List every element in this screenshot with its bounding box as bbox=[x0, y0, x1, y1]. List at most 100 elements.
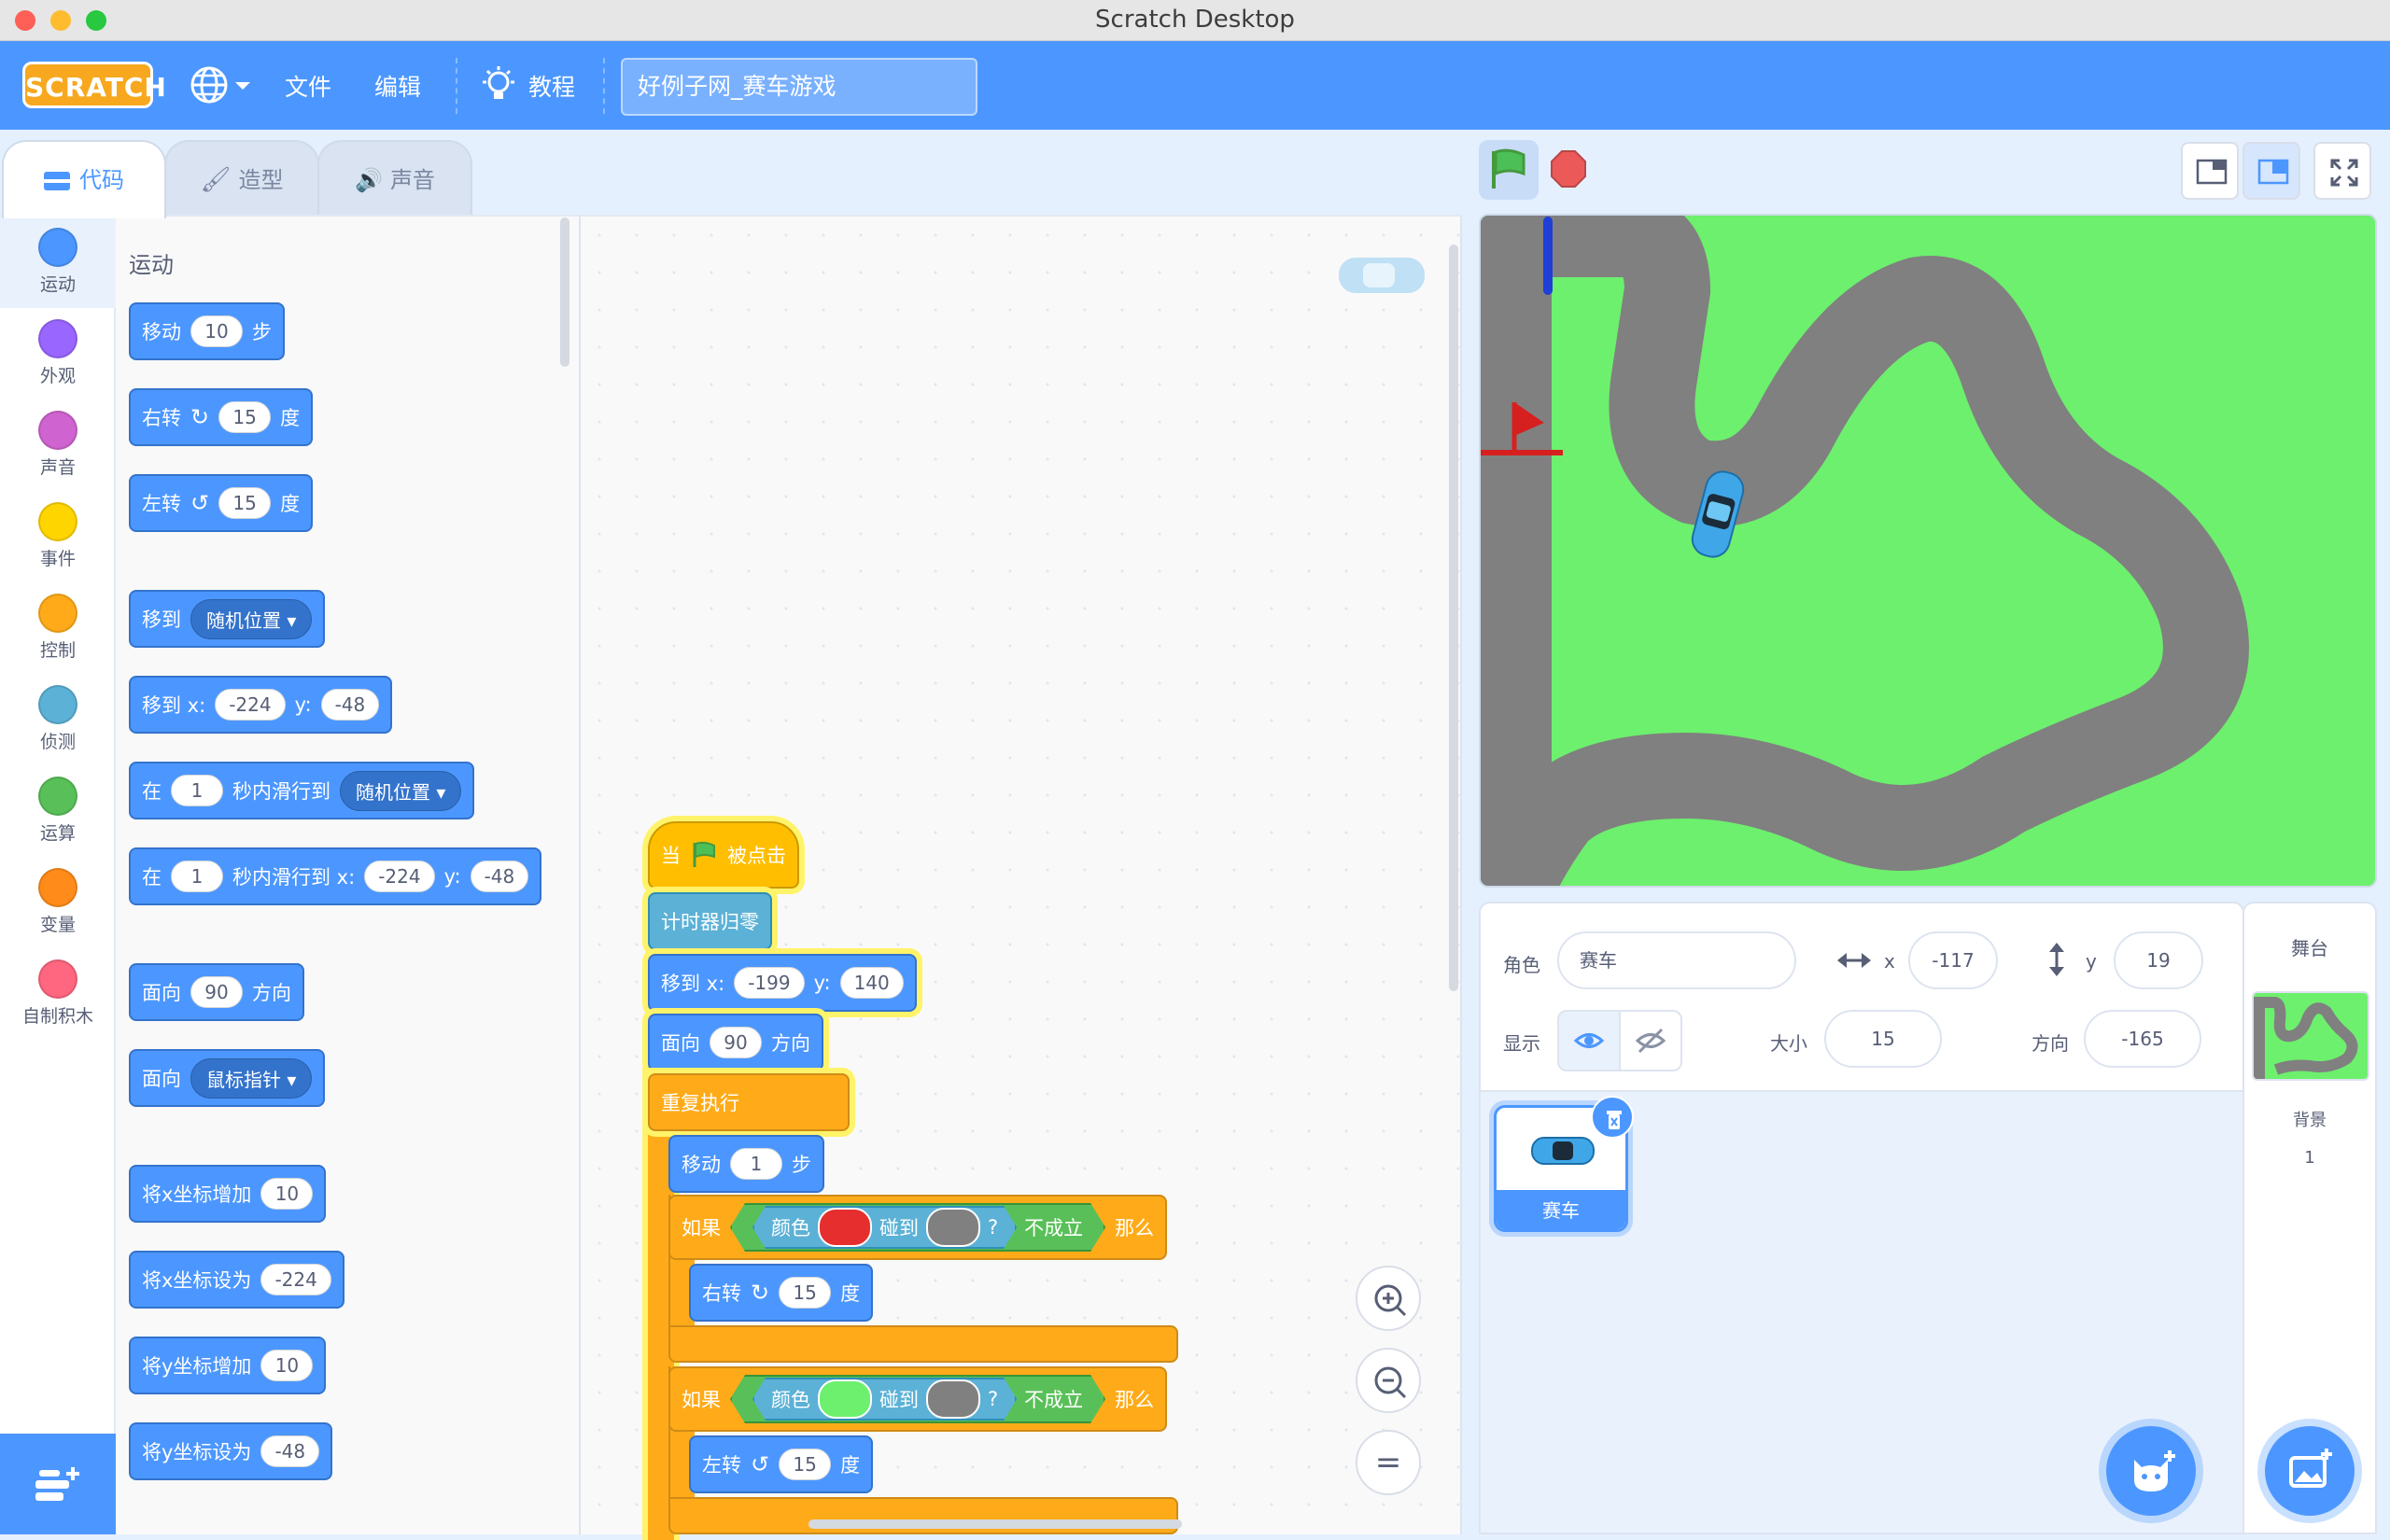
x-arrows-icon bbox=[1835, 948, 1873, 976]
y-input[interactable]: 140 bbox=[839, 967, 904, 999]
color1-swatch[interactable] bbox=[818, 1379, 872, 1419]
script-vertical-scrollbar[interactable] bbox=[1449, 245, 1458, 991]
category-events[interactable]: 事件 bbox=[0, 491, 116, 582]
script-area[interactable]: 当 被点击 计时器归零 移到 x: -199 y: 140 面向 90 方向 重复执行 移… bbox=[581, 215, 1462, 1540]
delete-sprite-button[interactable] bbox=[1591, 1096, 1634, 1139]
color-touching-color-sensor[interactable]: 颜色 碰到 ? bbox=[752, 1378, 1017, 1421]
x-input[interactable]: -224 bbox=[215, 689, 286, 721]
category-control-dot bbox=[38, 594, 77, 633]
add-extension-button[interactable] bbox=[0, 1434, 116, 1534]
y-input[interactable]: -48 bbox=[470, 861, 529, 892]
green-flag-script[interactable]: 当 被点击 计时器归零 移到 x: -199 y: 140 面向 90 方向 重复执行 移… bbox=[648, 821, 1178, 1540]
if-block[interactable]: 如果 颜色 碰到 ? 不成立 那么 bbox=[668, 1195, 1168, 1260]
degrees-input[interactable]: 15 bbox=[779, 1449, 832, 1480]
color1-swatch[interactable] bbox=[818, 1208, 872, 1247]
category-operators[interactable]: 运算 bbox=[0, 765, 116, 857]
point-direction-block[interactable]: 面向 90 方向 bbox=[129, 963, 304, 1021]
normal-stage-button[interactable] bbox=[2242, 142, 2300, 200]
turn-left-block[interactable]: 左转 ↺ 15 度 bbox=[129, 474, 314, 532]
y-input[interactable]: -48 bbox=[320, 689, 380, 721]
value-input[interactable]: 10 bbox=[260, 1350, 314, 1381]
sprite-name-input[interactable]: 赛车 bbox=[1557, 931, 1796, 989]
color2-swatch[interactable] bbox=[926, 1379, 980, 1419]
move-steps-block[interactable]: 移动 1 步 bbox=[668, 1135, 824, 1193]
size-input[interactable]: 15 bbox=[1824, 1010, 1942, 1068]
value-input[interactable]: 10 bbox=[260, 1178, 314, 1210]
tab-code[interactable]: 代码 bbox=[2, 140, 166, 218]
seconds-input[interactable]: 1 bbox=[171, 861, 223, 892]
category-my-blocks[interactable]: 自制积木 bbox=[0, 948, 116, 1040]
degrees-input[interactable]: 15 bbox=[218, 401, 272, 433]
steps-input[interactable]: 10 bbox=[190, 315, 243, 347]
value-input[interactable]: -48 bbox=[260, 1435, 320, 1467]
change-y-block[interactable]: 将y坐标增加 10 bbox=[129, 1337, 327, 1394]
block-text: 如果 bbox=[682, 1389, 721, 1411]
turn-left-block[interactable]: 左转 ↺ 15 度 bbox=[689, 1435, 874, 1493]
x-input[interactable]: -117 bbox=[1908, 931, 1998, 989]
value-input[interactable]: -224 bbox=[260, 1264, 331, 1295]
show-sprite-button[interactable] bbox=[1557, 1010, 1621, 1071]
tab-sounds[interactable]: 🔊 声音 bbox=[317, 140, 472, 215]
language-menu[interactable] bbox=[187, 63, 254, 106]
if-block[interactable]: 如果 颜色 碰到 ? 不成立 那么 bbox=[668, 1366, 1168, 1432]
palette-scrollbar[interactable] bbox=[560, 217, 569, 367]
direction-input[interactable]: 90 bbox=[710, 1027, 762, 1058]
category-sensing[interactable]: 侦测 bbox=[0, 674, 116, 765]
move-steps-block[interactable]: 移动 10 步 bbox=[129, 302, 285, 360]
direction-input[interactable]: 90 bbox=[190, 976, 243, 1008]
steps-input[interactable]: 1 bbox=[730, 1148, 782, 1180]
green-flag-button[interactable] bbox=[1479, 140, 1539, 200]
when-flag-clicked-hat[interactable]: 当 被点击 bbox=[648, 821, 799, 889]
forever-block[interactable]: 重复执行 bbox=[648, 1073, 850, 1131]
glide-target-dropdown[interactable]: 随机位置 ▾ bbox=[340, 770, 462, 811]
category-motion[interactable]: 运动 bbox=[0, 217, 116, 308]
category-variables[interactable]: 变量 bbox=[0, 857, 116, 948]
set-x-block[interactable]: 将x坐标设为 -224 bbox=[129, 1251, 344, 1309]
fullscreen-button[interactable] bbox=[2313, 142, 2371, 200]
not-operator[interactable]: 颜色 碰到 ? 不成立 bbox=[730, 1203, 1105, 1252]
project-title-input[interactable]: 好例子网_赛车游戏 bbox=[621, 58, 977, 116]
edit-menu[interactable]: 编辑 bbox=[374, 69, 421, 103]
stop-button[interactable] bbox=[1539, 140, 1598, 200]
choose-backdrop-button[interactable] bbox=[2265, 1426, 2355, 1516]
turn-right-block[interactable]: 右转 ↻ 15 度 bbox=[129, 388, 314, 446]
tutorials-button[interactable]: 教程 bbox=[480, 62, 583, 108]
zoom-out-button[interactable] bbox=[1356, 1348, 1421, 1413]
category-looks[interactable]: 外观 bbox=[0, 308, 116, 399]
towards-target-dropdown[interactable]: 鼠标指针 ▾ bbox=[190, 1057, 313, 1099]
point-towards-block[interactable]: 面向 鼠标指针 ▾ bbox=[129, 1049, 326, 1107]
not-operator[interactable]: 颜色 碰到 ? 不成立 bbox=[730, 1375, 1105, 1423]
goto-target-dropdown[interactable]: 随机位置 ▾ bbox=[190, 598, 313, 639]
small-stage-button[interactable] bbox=[2181, 142, 2239, 200]
choose-sprite-button[interactable] bbox=[2106, 1426, 2196, 1516]
degrees-input[interactable]: 15 bbox=[779, 1277, 832, 1309]
reset-timer-block[interactable]: 计时器归零 bbox=[648, 892, 772, 950]
change-x-block[interactable]: 将x坐标增加 10 bbox=[129, 1165, 327, 1223]
x-input[interactable]: -224 bbox=[364, 861, 435, 892]
goto-xy-block[interactable]: 移到 x: -199 y: 140 bbox=[648, 954, 917, 1012]
glide-xy-block[interactable]: 在 1 秒内滑行到 x: -224 y: -48 bbox=[129, 847, 542, 905]
y-input[interactable]: 19 bbox=[2114, 931, 2203, 989]
goto-block[interactable]: 移到 随机位置 ▾ bbox=[129, 590, 326, 648]
seconds-input[interactable]: 1 bbox=[171, 775, 223, 806]
file-menu[interactable]: 文件 bbox=[285, 69, 331, 103]
category-sound[interactable]: 声音 bbox=[0, 399, 116, 491]
zoom-reset-button[interactable]: = bbox=[1356, 1430, 1421, 1495]
scratch-logo[interactable]: SCRATCH bbox=[22, 62, 166, 108]
glide-block[interactable]: 在 1 秒内滑行到 随机位置 ▾ bbox=[129, 762, 475, 819]
color2-swatch[interactable] bbox=[926, 1208, 980, 1247]
category-control[interactable]: 控制 bbox=[0, 582, 116, 674]
stage-canvas[interactable] bbox=[1479, 214, 2377, 888]
script-horizontal-scrollbar[interactable] bbox=[808, 1519, 1182, 1529]
tab-costumes[interactable]: 🖌 造型 bbox=[164, 140, 319, 215]
zoom-in-button[interactable] bbox=[1356, 1266, 1421, 1331]
color-touching-color-sensor[interactable]: 颜色 碰到 ? bbox=[752, 1206, 1017, 1249]
direction-input[interactable]: -165 bbox=[2084, 1010, 2201, 1068]
goto-xy-block[interactable]: 移到 x: -224 y: -48 bbox=[129, 676, 393, 734]
turn-right-block[interactable]: 右转 ↻ 15 度 bbox=[689, 1264, 874, 1322]
point-direction-block[interactable]: 面向 90 方向 bbox=[648, 1014, 823, 1071]
degrees-input[interactable]: 15 bbox=[218, 487, 272, 519]
hide-sprite-button[interactable] bbox=[1619, 1010, 1682, 1071]
set-y-block[interactable]: 将y坐标设为 -48 bbox=[129, 1422, 333, 1480]
x-input[interactable]: -199 bbox=[734, 967, 805, 999]
